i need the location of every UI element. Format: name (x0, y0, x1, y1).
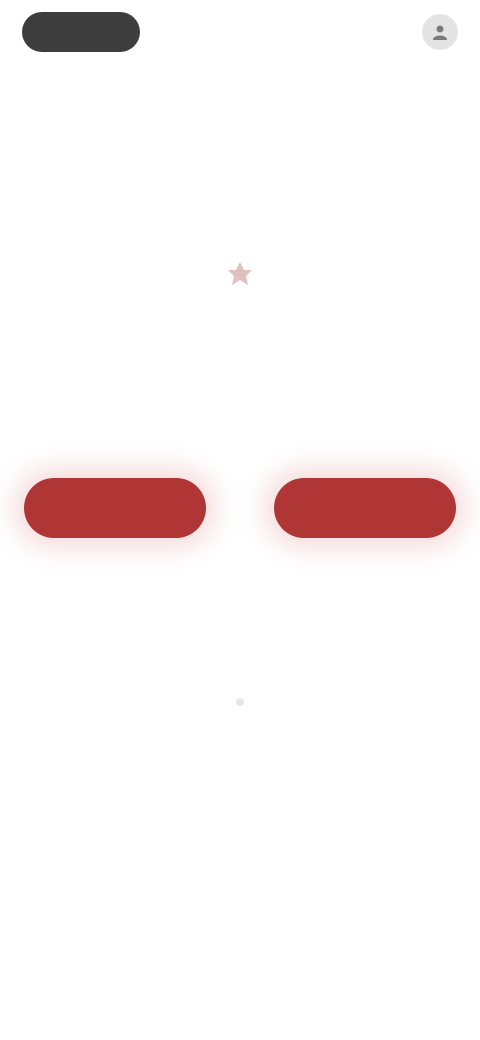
emblem (0, 258, 480, 302)
user-icon[interactable] (422, 14, 458, 50)
primary-right-button[interactable] (274, 478, 456, 538)
primary-left-button[interactable] (24, 478, 206, 538)
action-buttons (24, 478, 456, 538)
header (22, 8, 458, 56)
divider-dot (236, 698, 244, 706)
page-title (60, 366, 420, 370)
logo-button[interactable] (22, 12, 140, 52)
page (0, 0, 480, 1040)
header-actions (412, 14, 458, 50)
flag-icon (224, 258, 256, 290)
